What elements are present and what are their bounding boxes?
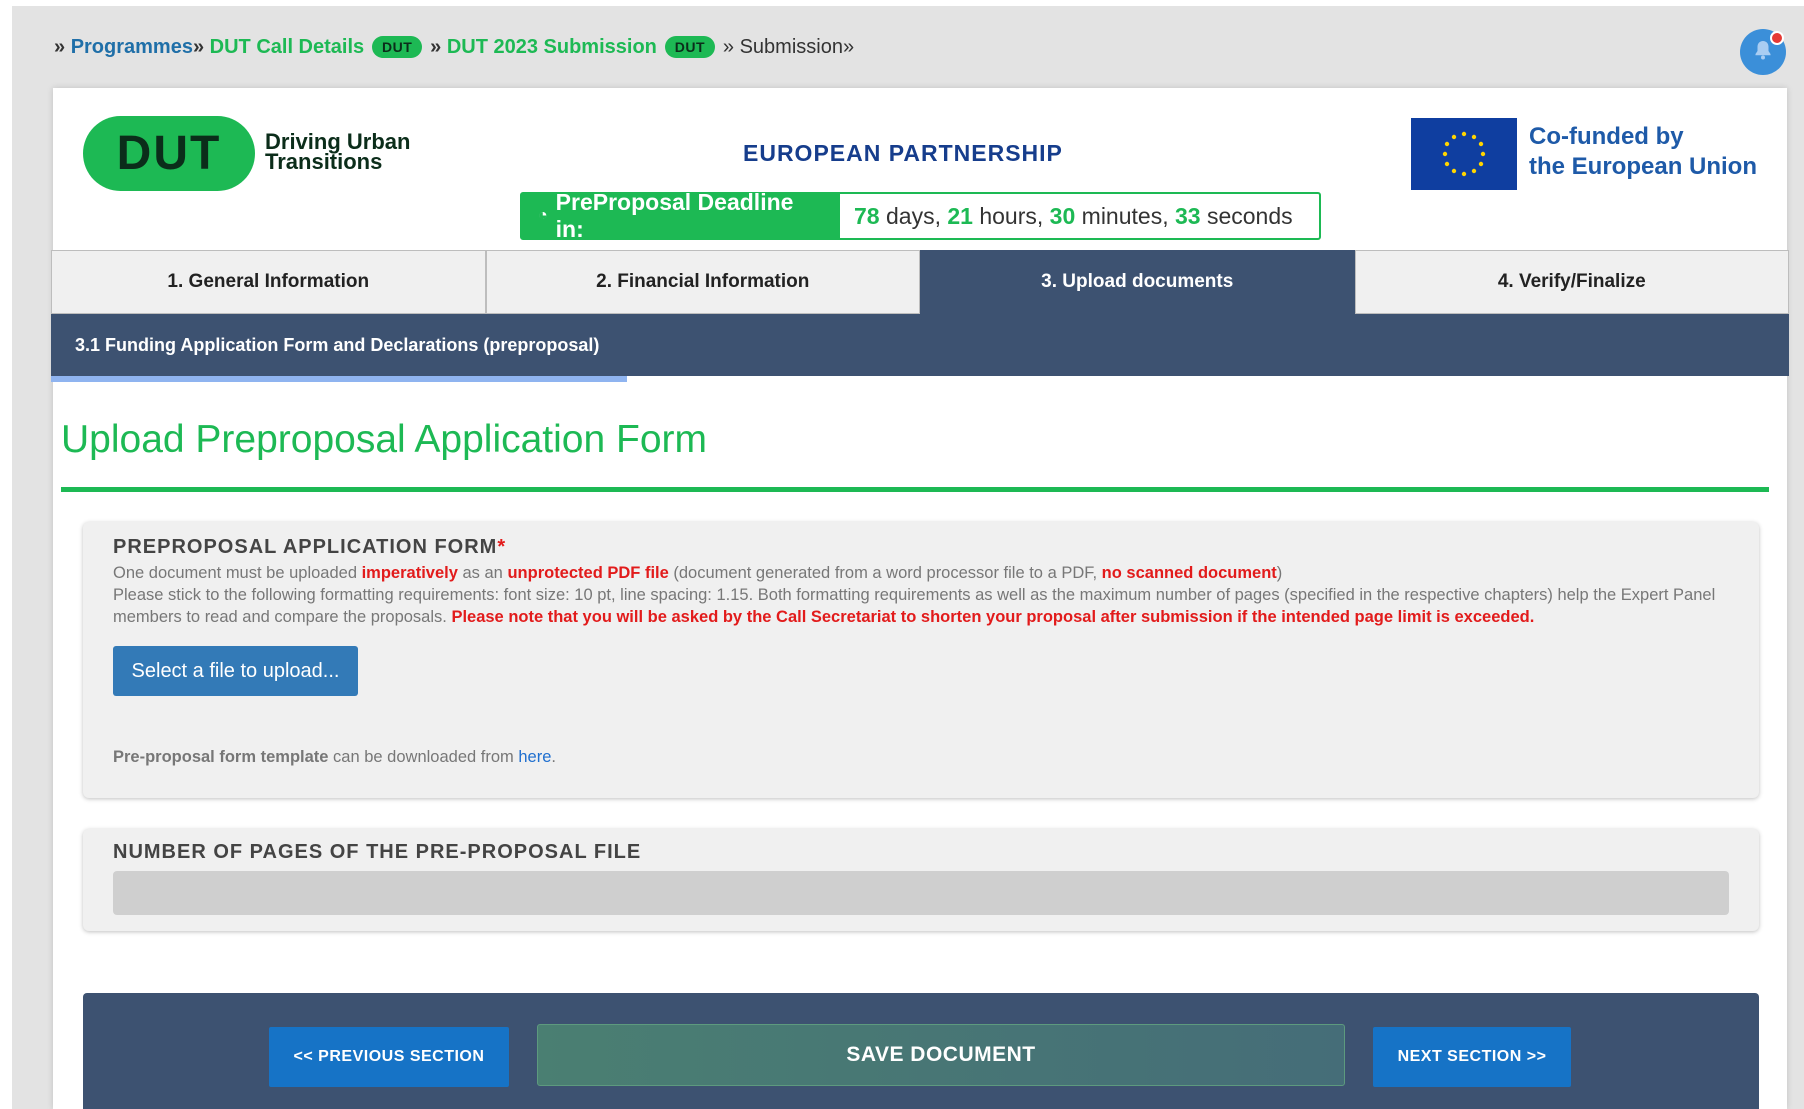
- title-divider: [61, 487, 1769, 492]
- deadline-minutes: 30: [1049, 202, 1076, 229]
- tab-financial-information[interactable]: 2. Financial Information: [485, 250, 920, 314]
- instruction-text: (document generated from a word processo…: [668, 564, 1102, 582]
- preproposal-form-heading: PREPROPOSAL APPLICATION FORM*: [113, 536, 506, 559]
- breadcrumb-submission-2023-link[interactable]: DUT 2023 Submission: [447, 36, 657, 59]
- notification-button[interactable]: [1740, 29, 1786, 75]
- deadline-value: 78 days, 21 hours, 30 minutes, 33 second…: [840, 194, 1293, 238]
- page-title: Upload Preproposal Application Form: [61, 418, 708, 461]
- deadline-hours-unit: hours,: [979, 202, 1044, 229]
- template-download-link[interactable]: here: [518, 748, 551, 766]
- instruction-text: One document must be uploaded: [113, 564, 362, 582]
- breadcrumb: » Programmes » DUT Call Details DUT » DU…: [54, 32, 854, 62]
- preproposal-form-panel: PREPROPOSAL APPLICATION FORM* One docume…: [83, 522, 1759, 798]
- subsection-bar: 3.1 Funding Application Form and Declara…: [51, 314, 1789, 376]
- template-label: Pre-proposal form template: [113, 748, 329, 766]
- required-mark: *: [497, 536, 507, 558]
- next-section-button[interactable]: NEXT SECTION >>: [1373, 1027, 1571, 1087]
- dut-logo: DUT: [83, 116, 255, 191]
- template-download-note: Pre-proposal form template can be downlo…: [113, 748, 556, 767]
- heading-text: PREPROPOSAL APPLICATION FORM: [113, 536, 498, 558]
- previous-section-button[interactable]: << PREVIOUS SECTION: [269, 1027, 509, 1087]
- template-end: .: [551, 748, 556, 766]
- deadline-hours: 21: [947, 202, 973, 229]
- step-tabs: 1. General Information 2. Financial Info…: [51, 250, 1789, 314]
- instruction-text: as an: [457, 564, 508, 582]
- dut-badge: DUT: [372, 36, 423, 58]
- deadline-countdown: ◔ PreProposal Deadline in: 78 days, 21 h…: [520, 189, 1321, 242]
- instruction-text: ): [1276, 564, 1283, 582]
- breadcrumb-programmes-link[interactable]: Programmes: [71, 36, 193, 59]
- submission-card: DUT Driving Urban Transitions EUROPEAN P…: [51, 88, 1789, 1109]
- instruction-emphasis: imperatively: [361, 564, 458, 582]
- select-file-button[interactable]: Select a file to upload...: [113, 646, 358, 696]
- tab-verify-finalize[interactable]: 4. Verify/Finalize: [1354, 250, 1789, 314]
- section-navigation-bar: << PREVIOUS SECTION SAVE DOCUMENT NEXT S…: [83, 993, 1759, 1109]
- eu-text-line-2: the European Union: [1529, 153, 1757, 180]
- deadline-label-box: ◔ PreProposal Deadline in:: [522, 189, 840, 242]
- deadline-seconds-unit: seconds: [1206, 202, 1293, 229]
- breadcrumb-call-details-link[interactable]: DUT Call Details: [210, 36, 364, 59]
- deadline-label: PreProposal Deadline in:: [555, 189, 794, 242]
- instruction-line-1: One document must be uploaded imperative…: [113, 562, 1743, 584]
- breadcrumb-separator: »: [192, 35, 205, 58]
- tab-upload-documents[interactable]: 3. Upload documents: [920, 250, 1355, 314]
- breadcrumb-separator: »: [430, 35, 442, 58]
- subsection-tab-funding-form[interactable]: 3.1 Funding Application Form and Declara…: [75, 335, 599, 356]
- dut-logo-text: Driving Urban Transitions: [265, 131, 410, 174]
- page-count-field: [113, 871, 1729, 915]
- deadline-minutes-unit: minutes,: [1081, 202, 1169, 229]
- upload-instructions: One document must be uploaded imperative…: [113, 562, 1743, 628]
- page-limit-warning: Please note that you will be asked by th…: [451, 608, 1535, 626]
- deadline-seconds: 33: [1174, 202, 1201, 229]
- page-count-heading: NUMBER OF PAGES OF THE PRE-PROPOSAL FILE: [113, 841, 642, 863]
- template-text: can be downloaded from: [328, 748, 519, 766]
- instruction-line-2: Please stick to the following formatting…: [113, 584, 1743, 628]
- notification-dot: [1770, 31, 1784, 45]
- instruction-emphasis: unprotected PDF file: [507, 564, 669, 582]
- clock-icon: ◔: [538, 207, 548, 224]
- eu-cofunded-text: Co-funded by the European Union: [1529, 122, 1757, 182]
- page-count-panel: NUMBER OF PAGES OF THE PRE-PROPOSAL FILE: [83, 829, 1759, 931]
- deadline-days-unit: days,: [885, 202, 941, 229]
- eu-flag-icon: [1411, 118, 1517, 190]
- subsection-active-indicator: [51, 376, 627, 382]
- breadcrumb-separator: »: [54, 35, 66, 58]
- logo-line-2: Transitions: [265, 149, 383, 174]
- tab-general-information[interactable]: 1. General Information: [51, 250, 486, 314]
- deadline-days: 78: [854, 202, 880, 229]
- instruction-emphasis: no scanned document: [1101, 564, 1277, 582]
- partnership-title: EUROPEAN PARTNERSHIP: [743, 140, 1063, 166]
- breadcrumb-current: » Submission»: [722, 35, 855, 58]
- save-document-button[interactable]: SAVE DOCUMENT: [537, 1024, 1345, 1086]
- eu-text-line-1: Co-funded by: [1529, 123, 1684, 150]
- dut-badge: DUT: [664, 36, 715, 58]
